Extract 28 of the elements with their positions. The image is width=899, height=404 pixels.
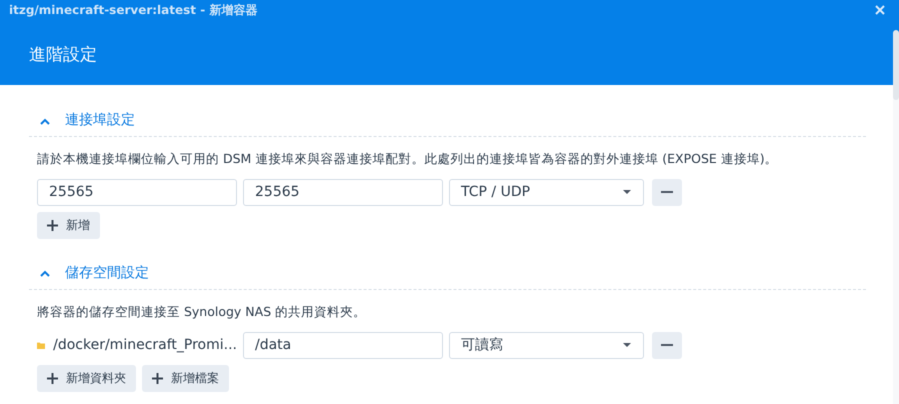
chevron-up-icon[interactable] bbox=[39, 269, 51, 278]
minus-icon bbox=[661, 191, 673, 194]
section-description: 請於本機連接埠欄位輸入可用的 DSM 連接埠來與容器連接埠配對。此處列出的連接埠皆為容器的對外連接埠 (EXPOSE 連接埠)。 bbox=[37, 150, 779, 168]
caret-icon bbox=[623, 343, 631, 347]
container-port-field[interactable]: 25565 bbox=[243, 178, 443, 206]
section-description: 將容器的儲存空間連接至 Synology NAS 的共用資料夾。 bbox=[37, 302, 368, 321]
mount-path-field[interactable]: /data bbox=[243, 332, 443, 358]
section-title[interactable]: 連接埠設定 bbox=[65, 110, 135, 131]
dialog-title: 進階設定 bbox=[29, 45, 97, 65]
remove-button[interactable] bbox=[652, 332, 682, 358]
minus-icon bbox=[661, 344, 673, 346]
caret-icon bbox=[623, 190, 631, 194]
local-port-field[interactable]: 25565 bbox=[37, 178, 237, 206]
remove-button[interactable] bbox=[652, 178, 682, 206]
window-title: itzg/minecraft-server:latest - 新增容器 bbox=[9, 2, 258, 18]
plus-icon bbox=[47, 372, 58, 384]
folder-path: /docker/minecraft_Promi... bbox=[53, 336, 237, 354]
add-button[interactable]: 新增資料夾 bbox=[37, 364, 136, 392]
option-dropdown[interactable]: 可讀寫 bbox=[449, 332, 644, 358]
chevron-up-icon[interactable] bbox=[39, 116, 51, 124]
plus-icon bbox=[152, 372, 163, 384]
section-title[interactable]: 儲存空間設定 bbox=[65, 262, 149, 284]
close-icon[interactable] bbox=[875, 4, 885, 14]
add-button[interactable]: 新增 bbox=[37, 212, 100, 239]
plus-icon bbox=[47, 220, 58, 231]
add-button[interactable]: 新增檔案 bbox=[142, 364, 229, 392]
option-dropdown[interactable]: TCP / UDP bbox=[449, 178, 644, 206]
scrollbar-thumb[interactable] bbox=[893, 30, 899, 100]
